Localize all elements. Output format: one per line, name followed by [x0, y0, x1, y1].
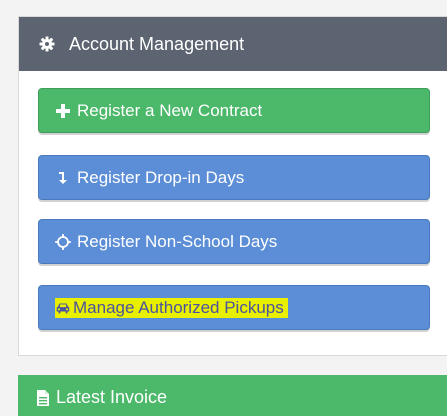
- car-icon: [55, 300, 71, 316]
- manage-pickups-label: Manage Authorized Pickups: [73, 297, 284, 317]
- sun-icon: [55, 233, 71, 250]
- gear-icon: [39, 36, 55, 52]
- latest-invoice-title: Latest Invoice: [56, 387, 168, 407]
- page: Account Management Register a New Contra…: [0, 0, 447, 416]
- arrow-down-icon: [55, 170, 71, 186]
- register-nonschool-button[interactable]: Register Non-School Days: [38, 219, 430, 264]
- manage-pickups-button[interactable]: Manage Authorized Pickups: [38, 285, 430, 330]
- register-contract-button[interactable]: Register a New Contract: [38, 88, 430, 133]
- register-dropin-button[interactable]: Register Drop-in Days: [38, 155, 430, 200]
- panel-title: Account Management: [69, 33, 245, 54]
- panel-header: Account Management: [19, 17, 447, 71]
- latest-invoice-header[interactable]: Latest Invoice: [18, 375, 447, 416]
- manage-pickups-highlight: Manage Authorized Pickups: [55, 297, 288, 318]
- register-contract-label: Register a New Contract: [77, 100, 263, 120]
- plus-icon: [55, 103, 71, 119]
- account-management-panel: Account Management Register a New Contra…: [18, 16, 447, 356]
- register-nonschool-label: Register Non-School Days: [77, 231, 278, 251]
- register-dropin-label: Register Drop-in Days: [77, 167, 245, 187]
- document-icon: [36, 389, 50, 406]
